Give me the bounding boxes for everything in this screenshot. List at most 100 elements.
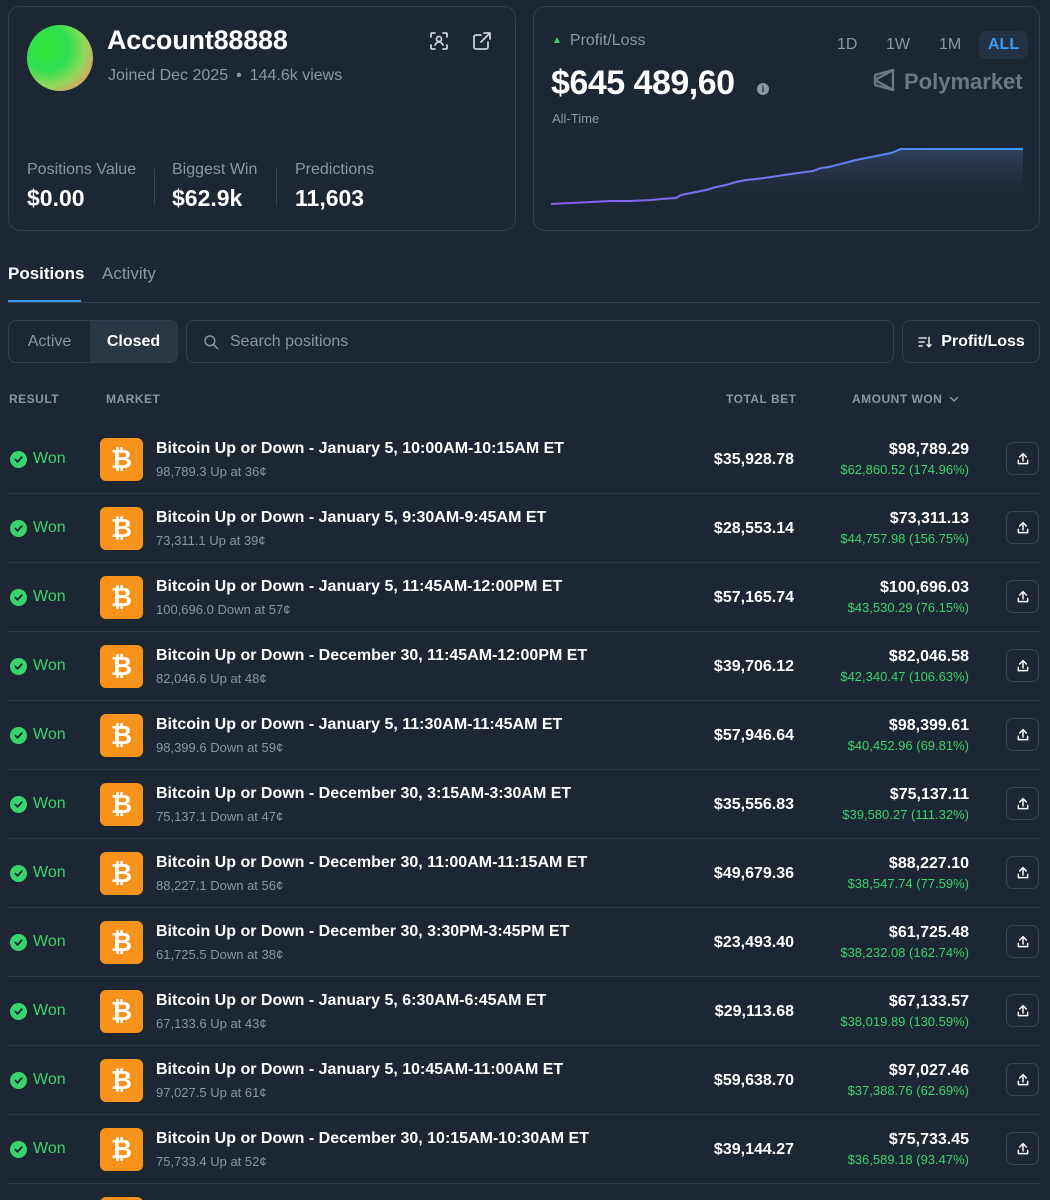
upload-icon bbox=[1017, 728, 1028, 740]
range-1m[interactable]: 1M bbox=[930, 31, 970, 59]
share-button[interactable] bbox=[1006, 925, 1039, 958]
table-row[interactable]: Won ₿ Bitcoin Up or Down - January 5, 11… bbox=[0, 701, 1050, 770]
table-row[interactable]: Won ₿ Bitcoin Up or Down - January 5, 10… bbox=[0, 1046, 1050, 1115]
polymarket-icon bbox=[873, 68, 895, 92]
share-button[interactable] bbox=[1006, 718, 1039, 751]
header-result: RESULT bbox=[9, 392, 60, 406]
table-row[interactable]: Won ₿ Bitcoin Up or Down - December 30, … bbox=[0, 632, 1050, 701]
avatar bbox=[27, 25, 93, 91]
scan-icon[interactable] bbox=[427, 29, 451, 53]
table-row[interactable]: Won ₿ Bitcoin Up or Down - January 5, 11… bbox=[0, 563, 1050, 632]
separator-dot: • bbox=[236, 67, 242, 84]
profit-gain: $44,757.98 (156.75%) bbox=[840, 531, 969, 546]
upload-icon bbox=[1017, 1142, 1028, 1154]
share-button[interactable] bbox=[1006, 1063, 1039, 1096]
table-row[interactable]: Won ₿ Bitcoin Up or Down - December 30, … bbox=[0, 1115, 1050, 1184]
market-position: 98,789.3 Up at 36¢ bbox=[156, 464, 267, 479]
profit-gain: $37,388.76 (62.69%) bbox=[847, 1083, 969, 1098]
external-link-icon[interactable] bbox=[470, 29, 494, 53]
stat-value: 11,603 bbox=[295, 185, 365, 211]
table-row[interactable]: Won ₿ Bitcoin Up or Down - December 30, … bbox=[0, 908, 1050, 977]
sort-label: Profit/Loss bbox=[941, 332, 1025, 350]
table-row[interactable]: Won ₿ Bitcoin Up or Down - January 5, 6:… bbox=[0, 977, 1050, 1046]
stat-biggest-win: Biggest Win $62.9k bbox=[172, 161, 257, 212]
upload-icon bbox=[1017, 797, 1028, 809]
market-title[interactable]: Bitcoin Up or Down - December 30, 3:15AM… bbox=[156, 785, 571, 803]
tab-positions[interactable]: Positions bbox=[8, 264, 85, 284]
total-bet: $23,493.40 bbox=[713, 934, 794, 951]
search-box bbox=[186, 320, 894, 363]
market-title[interactable]: Bitcoin Up or Down - January 5, 10:45AM-… bbox=[156, 1061, 563, 1079]
profit-gain: $39,580.27 (111.32%) bbox=[842, 807, 969, 822]
range-all[interactable]: ALL bbox=[979, 31, 1029, 59]
share-button[interactable] bbox=[1006, 856, 1039, 889]
market-title[interactable]: Bitcoin Up or Down - January 5, 11:30AM-… bbox=[156, 716, 562, 734]
bitcoin-icon: ₿ bbox=[100, 852, 143, 895]
table-row[interactable]: Won ₿ Bitcoin Up or Down - January 5, 10… bbox=[0, 425, 1050, 494]
result-badge: Won bbox=[10, 795, 66, 813]
range-1w[interactable]: 1W bbox=[877, 31, 919, 59]
pnl-label: ▲ Profit/Loss bbox=[552, 32, 646, 49]
amount-won: $88,227.10 bbox=[888, 855, 969, 872]
result-badge: Won bbox=[10, 1002, 66, 1020]
table-row[interactable]: Won ₿ Bitcoin Up or Down - December 30, … bbox=[0, 839, 1050, 908]
table-row-partial[interactable]: ₿ bbox=[0, 1184, 1050, 1200]
market-position: 88,227.1 Down at 56¢ bbox=[156, 878, 284, 893]
market-title[interactable]: Bitcoin Up or Down - December 30, 11:45A… bbox=[156, 647, 587, 665]
header-amount-won[interactable]: AMOUNT WON bbox=[852, 392, 960, 406]
pnl-value: $645 489,60 bbox=[551, 64, 735, 102]
check-circle-icon bbox=[10, 588, 27, 606]
bitcoin-icon: ₿ bbox=[100, 438, 143, 481]
upload-icon bbox=[1017, 935, 1028, 947]
result-badge: Won bbox=[10, 657, 66, 675]
result-badge: Won bbox=[10, 450, 66, 468]
filter-closed-button[interactable]: Closed bbox=[90, 321, 177, 362]
search-input[interactable] bbox=[230, 332, 830, 351]
share-button[interactable] bbox=[1006, 442, 1039, 475]
share-button[interactable] bbox=[1006, 787, 1039, 820]
info-icon[interactable]: i bbox=[757, 83, 769, 95]
table-row[interactable]: Won ₿ Bitcoin Up or Down - December 30, … bbox=[0, 770, 1050, 839]
range-1d[interactable]: 1D bbox=[828, 31, 866, 59]
profit-gain: $40,452.96 (69.81%) bbox=[847, 738, 969, 753]
market-title[interactable]: Bitcoin Up or Down - January 5, 10:00AM-… bbox=[156, 440, 564, 458]
check-circle-icon bbox=[10, 450, 27, 468]
positions-table: Won ₿ Bitcoin Up or Down - January 5, 10… bbox=[0, 425, 1050, 1200]
tab-activity[interactable]: Activity bbox=[102, 264, 156, 284]
market-title[interactable]: Bitcoin Up or Down - December 30, 10:15A… bbox=[156, 1130, 589, 1148]
amount-won: $97,027.46 bbox=[888, 1062, 969, 1079]
market-title[interactable]: Bitcoin Up or Down - January 5, 9:30AM-9… bbox=[156, 509, 546, 527]
header-total-bet[interactable]: TOTAL BET bbox=[726, 392, 797, 406]
sort-profit-loss-button[interactable]: Profit/Loss bbox=[902, 320, 1040, 363]
amount-won: $61,725.48 bbox=[888, 924, 969, 941]
amount-won: $75,137.11 bbox=[889, 786, 969, 803]
total-bet: $29,113.68 bbox=[714, 1003, 794, 1020]
stat-predictions: Predictions 11,603 bbox=[295, 161, 374, 212]
views-count: 144.6k views bbox=[249, 67, 343, 84]
check-circle-icon bbox=[10, 1140, 27, 1158]
username: Account88888 bbox=[107, 25, 288, 55]
sort-icon bbox=[918, 336, 932, 348]
profit-gain: $42,340.47 (106.63%) bbox=[840, 669, 969, 684]
joined-date: Joined Dec 2025 bbox=[108, 67, 229, 84]
chevron-down-icon bbox=[950, 396, 959, 403]
check-circle-icon bbox=[10, 1002, 27, 1020]
market-title[interactable]: Bitcoin Up or Down - January 5, 11:45AM-… bbox=[156, 578, 562, 596]
market-title[interactable]: Bitcoin Up or Down - December 30, 3:30PM… bbox=[156, 923, 569, 941]
amount-won: $67,133.57 bbox=[888, 993, 969, 1010]
filter-active-button[interactable]: Active bbox=[9, 321, 90, 362]
amount-won: $98,399.61 bbox=[888, 717, 969, 734]
total-bet: $39,706.12 bbox=[713, 658, 794, 675]
table-row[interactable]: Won ₿ Bitcoin Up or Down - January 5, 9:… bbox=[0, 494, 1050, 563]
share-button[interactable] bbox=[1006, 580, 1039, 613]
market-title[interactable]: Bitcoin Up or Down - January 5, 6:30AM-6… bbox=[156, 992, 546, 1010]
share-button[interactable] bbox=[1006, 994, 1039, 1027]
status-toggle: Active Closed bbox=[8, 320, 178, 363]
share-button[interactable] bbox=[1006, 511, 1039, 544]
market-title[interactable]: Bitcoin Up or Down - December 30, 11:00A… bbox=[156, 854, 587, 872]
check-circle-icon bbox=[10, 657, 27, 675]
share-button[interactable] bbox=[1006, 1132, 1039, 1165]
bitcoin-icon: ₿ bbox=[100, 507, 143, 550]
bitcoin-icon: ₿ bbox=[100, 714, 143, 757]
share-button[interactable] bbox=[1006, 649, 1039, 682]
